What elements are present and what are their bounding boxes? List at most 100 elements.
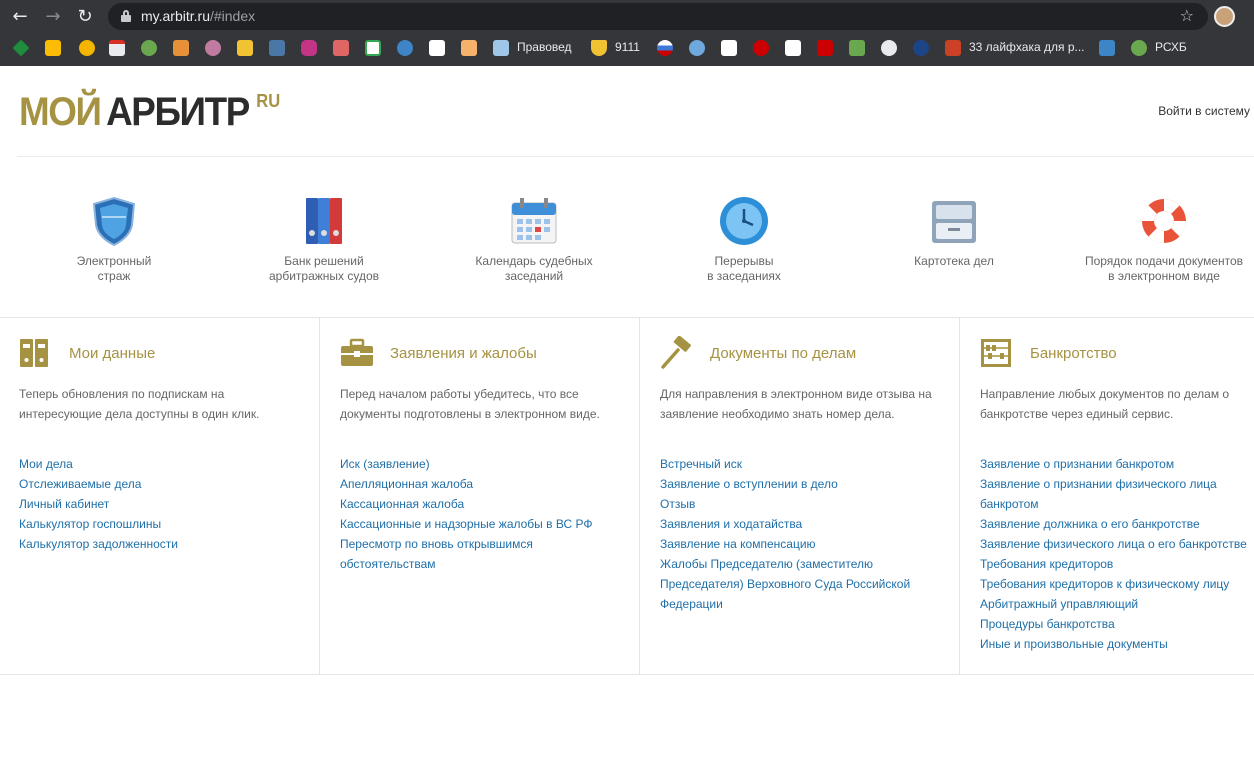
bookmark-star-icon[interactable]: ☆ [1180,6,1194,25]
gmail-icon[interactable] [109,40,125,56]
link-chairman-complaints[interactable]: Жалобы Председателю (заместителю Председ… [660,554,945,614]
bookmark-icon[interactable] [913,40,929,56]
link-duty-calculator[interactable]: Калькулятор госпошлины [19,514,304,534]
column-description: Для направления в электронном виде отзыв… [660,387,932,421]
bookmark-icon[interactable] [397,40,413,56]
globe-icon[interactable] [881,40,897,56]
service-decisions-bank[interactable]: Банк решений арбитражных судов [224,195,424,284]
bookmark-icon[interactable] [817,40,833,56]
link-debtor-bankruptcy[interactable]: Заявление должника о его банкротстве [980,514,1254,534]
link-other-documents[interactable]: Иные и произвольные документы [980,634,1254,654]
column-title: Банкротство [1030,345,1117,362]
hh-icon[interactable] [753,40,769,56]
bookmark-icon[interactable] [1099,40,1115,56]
shield-icon[interactable] [591,40,607,56]
bookmark-icon[interactable] [785,40,801,56]
service-hearing-breaks[interactable]: Перерывы в заседаниях [644,195,844,284]
bookmark-9111[interactable]: 9111 [615,40,640,54]
bookmarks-bar: Правовед 9111 33 лайфхака для р... РСХБ [0,34,1254,62]
bookmark-icon[interactable] [141,40,157,56]
browser-toolbar: ← → ↻ my.arbitr.ru/#index ☆ [0,0,1254,34]
link-cassation[interactable]: Кассационная жалоба [340,494,625,514]
link-join-case[interactable]: Заявление о вступлении в дело [660,474,945,494]
russia-flag-icon[interactable] [657,40,673,56]
bookmark-icon[interactable] [173,40,189,56]
column-header: Документы по делам [660,335,960,372]
back-arrow-icon[interactable]: ← [9,6,31,28]
bookmark-pravoved[interactable]: Правовед [517,40,572,54]
google-drive-icon[interactable] [12,39,30,57]
link-appeal[interactable]: Апелляционная жалоба [340,474,625,494]
file-cabinet-icon [928,195,980,247]
column-title: Заявления и жалобы [390,345,537,362]
folders-icon [19,336,53,370]
profile-avatar[interactable] [1214,6,1235,27]
bookmark-icon[interactable] [689,40,705,56]
link-individual-own-bankruptcy[interactable]: Заявление физического лица о его банкрот… [980,534,1254,554]
binders-icon [298,195,350,247]
link-compensation[interactable]: Заявление на компенсацию [660,534,945,554]
mail-icon[interactable] [237,40,253,56]
link-list: Мои дела Отслеживаемые дела Личный кабин… [19,454,304,554]
column-header: Мои данные [19,336,319,372]
link-lawsuit[interactable]: Иск (заявление) [340,454,625,474]
bookmark-icon[interactable] [205,40,221,56]
login-link[interactable]: Войти в систему [1158,104,1250,118]
column-divider [319,318,320,674]
column-header: Заявления и жалобы [340,336,640,372]
link-debt-calculator[interactable]: Калькулятор задолженности [19,534,304,554]
link-counterclaim[interactable]: Встречный иск [660,454,945,474]
link-arbitration-manager[interactable]: Арбитражный управляющий [980,594,1254,614]
service-electronic-guard[interactable]: Электронный страж [14,195,214,284]
reload-icon[interactable]: ↻ [74,6,96,28]
service-label: Картотека дел [914,254,994,268]
service-case-files[interactable]: Картотека дел [854,195,1054,269]
link-tracked-cases[interactable]: Отслеживаемые дела [19,474,304,494]
link-personal-account[interactable]: Личный кабинет [19,494,304,514]
url-text: my.arbitr.ru/#index [141,8,256,24]
column-header: Банкротство [980,336,1254,372]
bookmark-icon[interactable] [849,40,865,56]
keep-icon[interactable] [79,40,95,56]
bookmark-icon[interactable] [1131,40,1147,56]
service-label: Банк решений арбитражных судов [268,254,380,283]
link-supreme-court-complaints[interactable]: Кассационные и надзорные жалобы в ВС РФ [340,514,625,534]
link-response[interactable]: Отзыв [660,494,945,514]
service-court-calendar[interactable]: Календарь судебных заседаний [434,195,634,284]
bookmark-lifehacks[interactable]: 33 лайфхака для р... [969,40,1085,54]
column-my-data: Мои данные Теперь обновления по подписка… [19,318,309,674]
bookmark-icon[interactable] [461,40,477,56]
column-divider [639,318,640,674]
link-list: Иск (заявление) Апелляционная жалоба Кас… [340,454,625,574]
link-list: Встречный иск Заявление о вступлении в д… [660,454,945,614]
bookmark-rshb[interactable]: РСХБ [1155,40,1187,54]
forward-arrow-icon[interactable]: → [42,6,64,28]
link-creditor-claims[interactable]: Требования кредиторов [980,554,1254,574]
link-motions[interactable]: Заявления и ходатайства [660,514,945,534]
bookmark-icon[interactable] [945,40,961,56]
instagram-icon[interactable] [301,40,317,56]
link-individual-bankruptcy[interactable]: Заявление о признании физического лица б… [980,474,1254,514]
address-bar[interactable]: my.arbitr.ru/#index ☆ [108,3,1208,30]
link-bankruptcy-procedures[interactable]: Процедуры банкротства [980,614,1254,634]
bookmark-icon[interactable] [493,40,509,56]
bookmark-icon[interactable] [429,40,445,56]
abacus-icon [980,336,1014,370]
vk-icon[interactable] [269,40,285,56]
lock-icon[interactable] [121,10,131,22]
column-description: Перед началом работы убедитесь, что все … [340,387,600,421]
column-claims: Заявления и жалобы Перед началом работы … [340,318,630,674]
bookmark-icon[interactable] [333,40,349,56]
service-filing-procedure[interactable]: Порядок подачи документов в электронном … [1064,195,1254,284]
link-creditor-claims-individual[interactable]: Требования кредиторов к физическому лицу [980,574,1254,594]
link-review-new-circumstances[interactable]: Пересмотр по вновь открывшимся обстоятел… [340,534,625,574]
qr-icon[interactable] [721,40,737,56]
link-my-cases[interactable]: Мои дела [19,454,304,474]
service-label: Календарь судебных заседаний [475,254,593,283]
divider [17,156,1254,157]
bookmark-icon[interactable] [45,40,61,56]
site-logo[interactable]: МОЙ АРБИТР RU [19,90,280,135]
column-description: Теперь обновления по подпискам на интере… [19,387,260,421]
link-bankruptcy-declaration[interactable]: Заявление о признании банкротом [980,454,1254,474]
bookmark-icon[interactable] [365,40,381,56]
